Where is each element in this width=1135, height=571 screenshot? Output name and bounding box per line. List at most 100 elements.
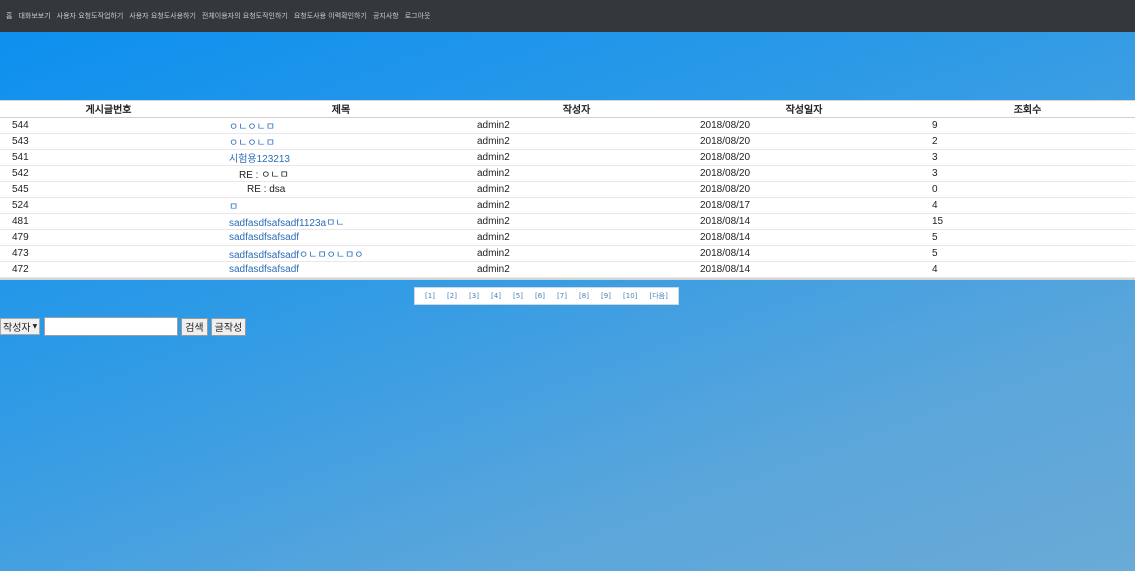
- board-table: 게시글번호 제목 작성자 작성일자 조회수 544 ㅇㄴㅇㄴㅁ admin2 2018…: [0, 101, 1135, 278]
- cell-title: sadfasdfsafsadf1123aㅁㄴ: [217, 213, 465, 230]
- cell-author: admin2: [465, 245, 688, 262]
- page-link-7[interactable]: [8]: [579, 292, 589, 300]
- cell-author: admin2: [465, 213, 688, 230]
- cell-post-number: 542: [0, 165, 217, 182]
- header-views: 조회수: [920, 101, 1135, 118]
- cell-views: 9: [920, 117, 1135, 134]
- post-title-link[interactable]: RE : ㅇㄴㅁ: [229, 170, 289, 181]
- table-row: 542 RE : ㅇㄴㅁ admin2 2018/08/20 3: [0, 165, 1135, 182]
- top-navigation-bar: 홈 대화보보기 사용자 요청도작업하기 사용자 요청도사용하기 전체이용자의 요청도작인…: [0, 0, 1135, 32]
- nav-item-0[interactable]: 홈: [6, 11, 12, 21]
- cell-author: admin2: [465, 133, 688, 150]
- table-row: 481 sadfasdfsafsadf1123aㅁㄴ admin2 2018/08/1…: [0, 213, 1135, 230]
- cell-author: admin2: [465, 181, 688, 198]
- page-link-9[interactable]: [10]: [623, 292, 637, 300]
- search-bar: 작성자 ▼ 검색 글작성: [0, 317, 247, 336]
- cell-post-number: 544: [0, 117, 217, 134]
- cell-author: admin2: [465, 149, 688, 166]
- table-row: 544 ㅇㄴㅇㄴㅁ admin2 2018/08/20 9: [0, 117, 1135, 134]
- write-post-button[interactable]: 글작성: [210, 317, 247, 336]
- post-title-link[interactable]: RE : dsa: [229, 184, 285, 195]
- search-input[interactable]: [44, 317, 179, 336]
- page-link-0[interactable]: [1]: [425, 292, 435, 300]
- cell-title: RE : ㅇㄴㅁ: [217, 165, 465, 182]
- nav-item-3[interactable]: 사용자 요청도사용하기: [129, 11, 196, 21]
- cell-post-number: 481: [0, 213, 217, 230]
- page-link-10[interactable]: [다음]: [649, 291, 667, 301]
- cell-date: 2018/08/14: [688, 229, 920, 246]
- post-title-link[interactable]: ㅇㄴㅇㄴㅁ: [229, 122, 275, 133]
- cell-title: 시험용123213: [217, 149, 465, 166]
- cell-author: admin2: [465, 261, 688, 278]
- post-title-link[interactable]: sadfasdfsafsadf1123aㅁㄴ: [229, 218, 345, 229]
- header-author: 작성자: [465, 101, 688, 118]
- table-row: 524 ㅁ admin2 2018/08/17 4: [0, 197, 1135, 214]
- cell-date: 2018/08/17: [688, 197, 920, 214]
- page-link-3[interactable]: [4]: [491, 292, 501, 300]
- search-field-selected-label: 작성자: [3, 323, 31, 334]
- nav-item-2[interactable]: 사용자 요청도작업하기: [57, 11, 124, 21]
- pagination: [1] [2] [3] [4] [5] [6] [7] [8] [9] [10] [다음]: [414, 287, 679, 305]
- page-link-4[interactable]: [5]: [513, 292, 523, 300]
- post-title-link[interactable]: ㅇㄴㅇㄴㅁ: [229, 138, 275, 149]
- cell-author: admin2: [465, 165, 688, 182]
- page-link-6[interactable]: [7]: [557, 292, 567, 300]
- cell-views: 4: [920, 197, 1135, 214]
- cell-title: sadfasdfsafsadf: [217, 229, 465, 246]
- page-link-2[interactable]: [3]: [469, 292, 479, 300]
- cell-views: 3: [920, 165, 1135, 182]
- cell-post-number: 472: [0, 261, 217, 278]
- table-row: 472 sadfasdfsafsadf admin2 2018/08/14 4: [0, 261, 1135, 278]
- table-header-row: 게시글번호 제목 작성자 작성일자 조회수: [0, 101, 1135, 118]
- nav-item-4[interactable]: 전체이용자의 요청도작인하기: [202, 11, 288, 21]
- cell-date: 2018/08/20: [688, 133, 920, 150]
- cell-post-number: 541: [0, 149, 217, 166]
- cell-post-number: 545: [0, 181, 217, 198]
- table-row: 543 ㅇㄴㅇㄴㅁ admin2 2018/08/20 2: [0, 133, 1135, 150]
- board-table-container: 게시글번호 제목 작성자 작성일자 조회수 544 ㅇㄴㅇㄴㅁ admin2 2018…: [0, 100, 1135, 280]
- post-title-link[interactable]: 시험용123213: [229, 154, 290, 165]
- cell-title: ㅁ: [217, 197, 465, 214]
- page-link-8[interactable]: [9]: [601, 292, 611, 300]
- post-title-link[interactable]: sadfasdfsafsadf: [229, 232, 299, 243]
- post-title-link[interactable]: sadfasdfsafsadf: [229, 264, 299, 275]
- cell-title: ㅇㄴㅇㄴㅁ: [217, 117, 465, 134]
- nav-item-7[interactable]: 로그아웃: [405, 11, 431, 21]
- search-button[interactable]: 검색: [181, 317, 208, 336]
- chevron-down-icon: ▼: [32, 323, 38, 330]
- post-title-link[interactable]: ㅁ: [229, 202, 238, 213]
- page-link-5[interactable]: [6]: [535, 292, 545, 300]
- table-row: 479 sadfasdfsafsadf admin2 2018/08/14 5: [0, 229, 1135, 246]
- cell-views: 3: [920, 149, 1135, 166]
- cell-date: 2018/08/20: [688, 181, 920, 198]
- cell-views: 5: [920, 229, 1135, 246]
- cell-date: 2018/08/20: [688, 149, 920, 166]
- post-title-link[interactable]: sadfasdfsafsadfㅇㄴㅁㅇㄴㅁㅇ: [229, 250, 363, 261]
- header-post-number: 게시글번호: [0, 101, 217, 118]
- cell-title: RE : dsa: [217, 181, 465, 198]
- nav-item-1[interactable]: 대화보보기: [18, 11, 50, 21]
- cell-views: 15: [920, 213, 1135, 230]
- cell-title: sadfasdfsafsadf: [217, 261, 465, 278]
- cell-date: 2018/08/14: [688, 245, 920, 262]
- cell-views: 4: [920, 261, 1135, 278]
- search-field-select[interactable]: 작성자 ▼: [0, 318, 41, 335]
- nav-item-6[interactable]: 공지사항: [373, 11, 399, 21]
- cell-title: sadfasdfsafsadfㅇㄴㅁㅇㄴㅁㅇ: [217, 245, 465, 262]
- cell-date: 2018/08/20: [688, 165, 920, 182]
- table-row: 473 sadfasdfsafsadfㅇㄴㅁㅇㄴㅁㅇ admin2 2018/08/1…: [0, 245, 1135, 262]
- cell-post-number: 524: [0, 197, 217, 214]
- cell-views: 5: [920, 245, 1135, 262]
- table-row: 541 시험용123213 admin2 2018/08/20 3: [0, 149, 1135, 166]
- nav-item-5[interactable]: 요청도사용 이력확인하기: [294, 11, 367, 21]
- cell-date: 2018/08/20: [688, 117, 920, 134]
- cell-date: 2018/08/14: [688, 261, 920, 278]
- cell-title: ㅇㄴㅇㄴㅁ: [217, 133, 465, 150]
- cell-views: 0: [920, 181, 1135, 198]
- header-title: 제목: [217, 101, 465, 118]
- table-row: 545 RE : dsa admin2 2018/08/20 0: [0, 181, 1135, 198]
- page-link-1[interactable]: [2]: [447, 292, 457, 300]
- cell-post-number: 479: [0, 229, 217, 246]
- cell-views: 2: [920, 133, 1135, 150]
- cell-post-number: 543: [0, 133, 217, 150]
